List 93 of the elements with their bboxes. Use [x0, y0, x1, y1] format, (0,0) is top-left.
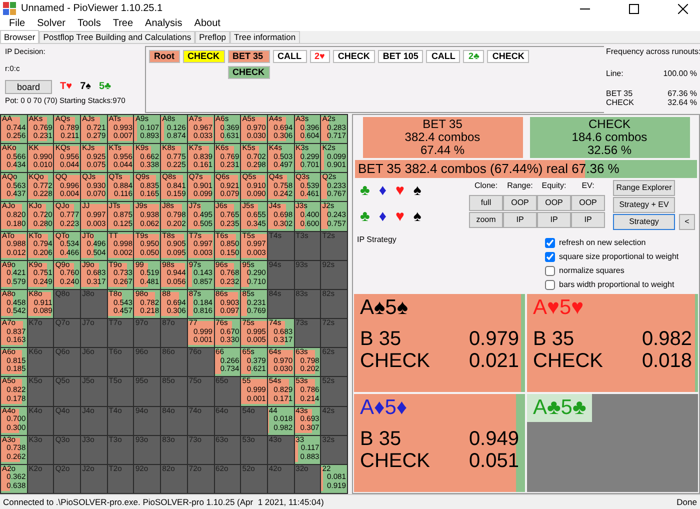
menu-item[interactable]: Tree: [106, 17, 140, 31]
combo-count: 382.4 combos: [404, 131, 482, 144]
view-button[interactable]: Strategy + EV: [613, 197, 675, 213]
action-name: B 35: [360, 428, 402, 450]
app-icon: [3, 2, 16, 15]
view-button[interactable]: Strategy: [613, 214, 675, 230]
board-button[interactable]: board: [5, 80, 52, 94]
window-title: Unnamed - PioViewer 1.10.25.1: [21, 2, 164, 16]
checkbox[interactable]: [545, 252, 555, 262]
checkbox-label: normalize squares: [559, 265, 624, 277]
panel-button[interactable]: zoom: [469, 212, 503, 228]
checkbox[interactable]: [545, 280, 555, 290]
frequency-value: 67.36 %: [668, 89, 697, 98]
checkbox[interactable]: [545, 238, 555, 248]
frequency-value: 32.64 %: [668, 98, 697, 107]
panel-button[interactable]: full: [469, 195, 503, 211]
view-button[interactable]: Range Explorer: [613, 180, 675, 196]
action-frequency: 0.018: [642, 350, 692, 372]
board-card-label: 7♠: [80, 82, 91, 92]
tree-node[interactable]: CHECK: [487, 50, 530, 63]
frequency-label: BET 35: [606, 89, 633, 98]
status-text: Connected to .\PioSOLVER-pro.exe. PioSOLVER-pro 1.10.25 (Apr 1 2021, 11:45:04): [3, 496, 324, 509]
status-text: Done: [676, 496, 697, 509]
action-box[interactable]: BET 35 382.4 combos 67.44 %: [362, 117, 522, 158]
action-name: B 35: [533, 328, 574, 350]
suit-filter[interactable]: ♦: [378, 208, 386, 226]
tab[interactable]: Tree information: [230, 31, 300, 43]
tab[interactable]: Preflop: [195, 31, 230, 43]
combo-card[interactable]: A♥5♥ B 35 0.982 CHECK 0.018: [527, 294, 698, 392]
strategy-title: IP Strategy: [357, 234, 396, 246]
tree-node[interactable]: CHECK: [332, 50, 375, 63]
action-frequency: 0.979: [468, 328, 519, 350]
action-name: B 35: [360, 328, 402, 350]
frequency-label: CHECK: [606, 98, 634, 107]
action-label: CHECK: [587, 118, 632, 131]
tree-node[interactable]: Root: [149, 50, 180, 63]
panel-button[interactable]: IP: [537, 212, 571, 228]
panel-button[interactable]: OOP: [571, 195, 605, 211]
action-percent: 32.56 %: [586, 144, 633, 157]
tree-node[interactable]: BET 35: [228, 50, 270, 63]
tab[interactable]: Browser: [0, 30, 40, 43]
tree-node[interactable]: CHECK: [182, 50, 225, 63]
combo-count: 184.6 combos: [570, 131, 648, 144]
maximize-icon[interactable]: [629, 4, 639, 14]
suit-filter[interactable]: ♠: [413, 182, 422, 200]
menu-item[interactable]: Analysis: [139, 17, 188, 31]
close-icon[interactable]: [678, 4, 688, 14]
column-label: Clone:: [474, 180, 498, 192]
menu-item[interactable]: About: [188, 17, 226, 31]
combo-title: A♠5♠: [360, 296, 409, 320]
column-label: Equity:: [542, 180, 566, 192]
combo-title: A♦5♦: [360, 396, 408, 420]
column-label: Range:: [507, 180, 533, 192]
action-frequency: 0.982: [642, 328, 692, 350]
checkbox[interactable]: [545, 266, 555, 276]
action-frequency: 0.021: [468, 350, 519, 372]
checkbox-label: square size proportional to weight: [559, 251, 679, 263]
combo-title: A♣5♣: [527, 394, 592, 422]
panel-button[interactable]: OOP: [537, 195, 571, 211]
tree-node[interactable]: CHECK: [228, 66, 270, 79]
action-frequency: 0.051: [468, 450, 519, 472]
board-card-label: T♥: [60, 82, 72, 92]
tree-node[interactable]: CALL: [272, 50, 307, 63]
menu-item[interactable]: Solver: [31, 17, 72, 31]
column-label: EV:: [582, 180, 594, 192]
suit-filter[interactable]: ♠: [413, 208, 422, 226]
frequency-label: Line:: [606, 69, 624, 78]
tab[interactable]: Postflop Tree Building and Calculations: [39, 31, 196, 43]
frequency-value: 100.00 %: [663, 69, 697, 78]
action-frequency: 0.949: [468, 428, 519, 450]
action-box[interactable]: CHECK 184.6 combos 32.56 %: [530, 117, 690, 158]
collapse-button[interactable]: <: [679, 214, 695, 230]
tree-node[interactable]: BET 105: [378, 50, 424, 63]
panel-button[interactable]: IP: [571, 212, 605, 228]
combo-card[interactable]: A♦5♦ B 35 0.949 CHECK 0.051: [354, 394, 525, 492]
combo-card[interactable]: A♠5♠ B 35 0.979 CHECK 0.021: [354, 294, 525, 392]
panel-button[interactable]: IP: [503, 212, 537, 228]
panel-button[interactable]: OOP: [503, 195, 537, 211]
summary-text: BET 35 382.4 combos (67.44%) real 67.36 %: [357, 160, 620, 178]
action-name: CHECK: [360, 450, 430, 472]
menu-item[interactable]: File: [3, 17, 32, 31]
action-percent: 67.44 %: [419, 144, 466, 157]
action-name: CHECK: [360, 350, 430, 372]
action-name: CHECK: [533, 350, 604, 372]
action-label: BET 35: [422, 118, 464, 131]
checkbox-label: refresh on new selection: [559, 237, 646, 249]
tree-node[interactable]: CALL: [426, 50, 460, 63]
combo-title: A♥5♥: [533, 296, 585, 320]
suit-filter[interactable]: ♦: [378, 182, 386, 200]
tree-node[interactable]: 2♥: [310, 50, 330, 63]
checkbox-label: bars width proportional to weight: [559, 279, 674, 291]
menu-item[interactable]: Tools: [71, 17, 107, 31]
board-card-label: 5♣: [98, 82, 112, 92]
